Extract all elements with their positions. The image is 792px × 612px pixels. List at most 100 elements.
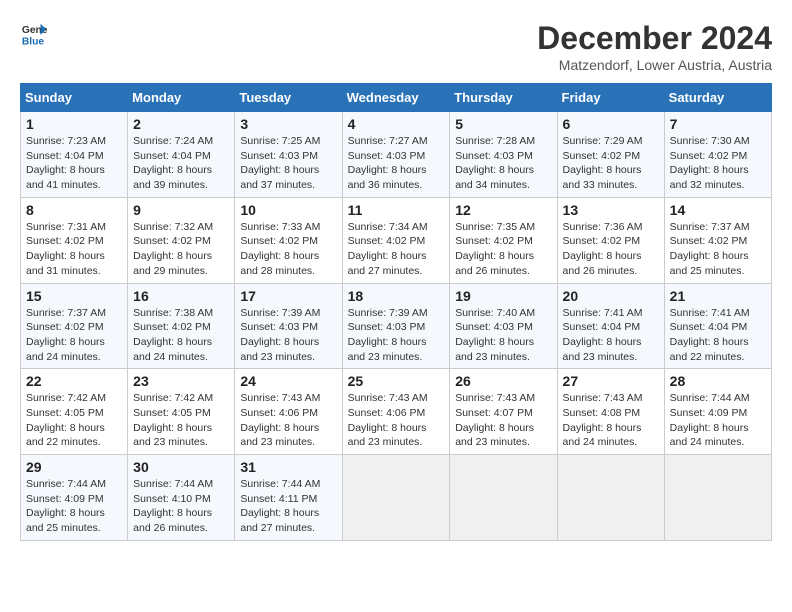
day-number: 18 bbox=[348, 288, 445, 304]
day-number: 9 bbox=[133, 202, 229, 218]
calendar-cell bbox=[342, 455, 450, 541]
day-info: Sunrise: 7:41 AM Sunset: 4:04 PM Dayligh… bbox=[563, 306, 659, 365]
day-info: Sunrise: 7:24 AM Sunset: 4:04 PM Dayligh… bbox=[133, 134, 229, 193]
calendar-cell: 24 Sunrise: 7:43 AM Sunset: 4:06 PM Dayli… bbox=[235, 369, 342, 455]
day-info: Sunrise: 7:44 AM Sunset: 4:09 PM Dayligh… bbox=[670, 391, 766, 450]
calendar-cell: 6 Sunrise: 7:29 AM Sunset: 4:02 PM Daylig… bbox=[557, 112, 664, 198]
day-number: 22 bbox=[26, 373, 122, 389]
calendar-cell: 28 Sunrise: 7:44 AM Sunset: 4:09 PM Dayli… bbox=[664, 369, 771, 455]
day-number: 15 bbox=[26, 288, 122, 304]
day-info: Sunrise: 7:42 AM Sunset: 4:05 PM Dayligh… bbox=[26, 391, 122, 450]
day-number: 19 bbox=[455, 288, 551, 304]
calendar-cell bbox=[664, 455, 771, 541]
day-info: Sunrise: 7:27 AM Sunset: 4:03 PM Dayligh… bbox=[348, 134, 445, 193]
day-number: 17 bbox=[240, 288, 336, 304]
day-info: Sunrise: 7:43 AM Sunset: 4:07 PM Dayligh… bbox=[455, 391, 551, 450]
calendar-cell: 23 Sunrise: 7:42 AM Sunset: 4:05 PM Dayli… bbox=[128, 369, 235, 455]
header-saturday: Saturday bbox=[664, 84, 771, 112]
calendar-cell: 26 Sunrise: 7:43 AM Sunset: 4:07 PM Dayli… bbox=[450, 369, 557, 455]
calendar-cell bbox=[450, 455, 557, 541]
calendar-cell: 8Sunrise: 7:31 AM Sunset: 4:02 PM Daylig… bbox=[21, 197, 128, 283]
calendar-cell: 13 Sunrise: 7:36 AM Sunset: 4:02 PM Dayli… bbox=[557, 197, 664, 283]
title-block: December 2024 Matzendorf, Lower Austria,… bbox=[537, 20, 772, 73]
week-row-1: 1 Sunrise: 7:23 AM Sunset: 4:04 PM Daylig… bbox=[21, 112, 772, 198]
calendar-cell: 12 Sunrise: 7:35 AM Sunset: 4:02 PM Dayli… bbox=[450, 197, 557, 283]
day-info: Sunrise: 7:35 AM Sunset: 4:02 PM Dayligh… bbox=[455, 220, 551, 279]
calendar-body: 1 Sunrise: 7:23 AM Sunset: 4:04 PM Daylig… bbox=[21, 112, 772, 541]
calendar-cell: 10Sunrise: 7:33 AM Sunset: 4:02 PM Dayli… bbox=[235, 197, 342, 283]
calendar-cell: 16 Sunrise: 7:38 AM Sunset: 4:02 PM Dayli… bbox=[128, 283, 235, 369]
calendar-cell bbox=[557, 455, 664, 541]
header-sunday: Sunday bbox=[21, 84, 128, 112]
day-info: Sunrise: 7:29 AM Sunset: 4:02 PM Dayligh… bbox=[563, 134, 659, 193]
calendar-cell: 31Sunrise: 7:44 AM Sunset: 4:11 PM Dayli… bbox=[235, 455, 342, 541]
logo-icon: General Blue bbox=[20, 20, 48, 48]
svg-text:Blue: Blue bbox=[22, 36, 45, 47]
day-number: 28 bbox=[670, 373, 766, 389]
calendar-cell: 1 Sunrise: 7:23 AM Sunset: 4:04 PM Daylig… bbox=[21, 112, 128, 198]
calendar-cell: 21 Sunrise: 7:41 AM Sunset: 4:04 PM Dayli… bbox=[664, 283, 771, 369]
day-info: Sunrise: 7:37 AM Sunset: 4:02 PM Dayligh… bbox=[670, 220, 766, 279]
day-number: 13 bbox=[563, 202, 659, 218]
calendar-title: December 2024 bbox=[537, 20, 772, 57]
day-info: Sunrise: 7:39 AM Sunset: 4:03 PM Dayligh… bbox=[240, 306, 336, 365]
day-info: Sunrise: 7:43 AM Sunset: 4:08 PM Dayligh… bbox=[563, 391, 659, 450]
day-number: 27 bbox=[563, 373, 659, 389]
day-info: Sunrise: 7:42 AM Sunset: 4:05 PM Dayligh… bbox=[133, 391, 229, 450]
day-info: Sunrise: 7:36 AM Sunset: 4:02 PM Dayligh… bbox=[563, 220, 659, 279]
day-info: Sunrise: 7:32 AM Sunset: 4:02 PM Dayligh… bbox=[133, 220, 229, 279]
day-number: 26 bbox=[455, 373, 551, 389]
day-number: 5 bbox=[455, 116, 551, 132]
day-number: 8 bbox=[26, 202, 122, 218]
day-info: Sunrise: 7:43 AM Sunset: 4:06 PM Dayligh… bbox=[348, 391, 445, 450]
calendar-cell: 9 Sunrise: 7:32 AM Sunset: 4:02 PM Daylig… bbox=[128, 197, 235, 283]
calendar-cell: 15 Sunrise: 7:37 AM Sunset: 4:02 PM Dayli… bbox=[21, 283, 128, 369]
day-info: Sunrise: 7:43 AM Sunset: 4:06 PM Dayligh… bbox=[240, 391, 336, 450]
day-number: 14 bbox=[670, 202, 766, 218]
calendar-cell: 25Sunrise: 7:43 AM Sunset: 4:06 PM Dayli… bbox=[342, 369, 450, 455]
week-row-3: 15 Sunrise: 7:37 AM Sunset: 4:02 PM Dayli… bbox=[21, 283, 772, 369]
day-number: 2 bbox=[133, 116, 229, 132]
day-info: Sunrise: 7:25 AM Sunset: 4:03 PM Dayligh… bbox=[240, 134, 336, 193]
calendar-cell: 7 Sunrise: 7:30 AM Sunset: 4:02 PM Daylig… bbox=[664, 112, 771, 198]
day-number: 16 bbox=[133, 288, 229, 304]
day-info: Sunrise: 7:30 AM Sunset: 4:02 PM Dayligh… bbox=[670, 134, 766, 193]
day-info: Sunrise: 7:38 AM Sunset: 4:02 PM Dayligh… bbox=[133, 306, 229, 365]
day-info: Sunrise: 7:37 AM Sunset: 4:02 PM Dayligh… bbox=[26, 306, 122, 365]
header-monday: Monday bbox=[128, 84, 235, 112]
day-number: 12 bbox=[455, 202, 551, 218]
calendar-cell: 27 Sunrise: 7:43 AM Sunset: 4:08 PM Dayli… bbox=[557, 369, 664, 455]
day-number: 3 bbox=[240, 116, 336, 132]
day-info: Sunrise: 7:34 AM Sunset: 4:02 PM Dayligh… bbox=[348, 220, 445, 279]
day-number: 7 bbox=[670, 116, 766, 132]
day-number: 1 bbox=[26, 116, 122, 132]
header-tuesday: Tuesday bbox=[235, 84, 342, 112]
header-friday: Friday bbox=[557, 84, 664, 112]
calendar-cell: 2 Sunrise: 7:24 AM Sunset: 4:04 PM Daylig… bbox=[128, 112, 235, 198]
day-info: Sunrise: 7:23 AM Sunset: 4:04 PM Dayligh… bbox=[26, 134, 122, 193]
calendar-cell: 30Sunrise: 7:44 AM Sunset: 4:10 PM Dayli… bbox=[128, 455, 235, 541]
day-number: 20 bbox=[563, 288, 659, 304]
calendar-cell: 20 Sunrise: 7:41 AM Sunset: 4:04 PM Dayli… bbox=[557, 283, 664, 369]
calendar-subtitle: Matzendorf, Lower Austria, Austria bbox=[537, 57, 772, 73]
day-info: Sunrise: 7:44 AM Sunset: 4:09 PM Dayligh… bbox=[26, 477, 122, 536]
calendar-header: SundayMondayTuesdayWednesdayThursdayFrid… bbox=[21, 84, 772, 112]
day-number: 24 bbox=[240, 373, 336, 389]
week-row-2: 8Sunrise: 7:31 AM Sunset: 4:02 PM Daylig… bbox=[21, 197, 772, 283]
calendar-cell: 11 Sunrise: 7:34 AM Sunset: 4:02 PM Dayli… bbox=[342, 197, 450, 283]
day-info: Sunrise: 7:28 AM Sunset: 4:03 PM Dayligh… bbox=[455, 134, 551, 193]
day-number: 6 bbox=[563, 116, 659, 132]
page-header: General Blue December 2024 Matzendorf, L… bbox=[20, 20, 772, 73]
day-info: Sunrise: 7:41 AM Sunset: 4:04 PM Dayligh… bbox=[670, 306, 766, 365]
day-number: 31 bbox=[240, 459, 336, 475]
calendar-cell: 14 Sunrise: 7:37 AM Sunset: 4:02 PM Dayli… bbox=[664, 197, 771, 283]
day-number: 4 bbox=[348, 116, 445, 132]
day-number: 21 bbox=[670, 288, 766, 304]
day-number: 23 bbox=[133, 373, 229, 389]
header-row: SundayMondayTuesdayWednesdayThursdayFrid… bbox=[21, 84, 772, 112]
header-thursday: Thursday bbox=[450, 84, 557, 112]
logo: General Blue bbox=[20, 20, 48, 48]
day-info: Sunrise: 7:40 AM Sunset: 4:03 PM Dayligh… bbox=[455, 306, 551, 365]
day-number: 29 bbox=[26, 459, 122, 475]
day-number: 11 bbox=[348, 202, 445, 218]
